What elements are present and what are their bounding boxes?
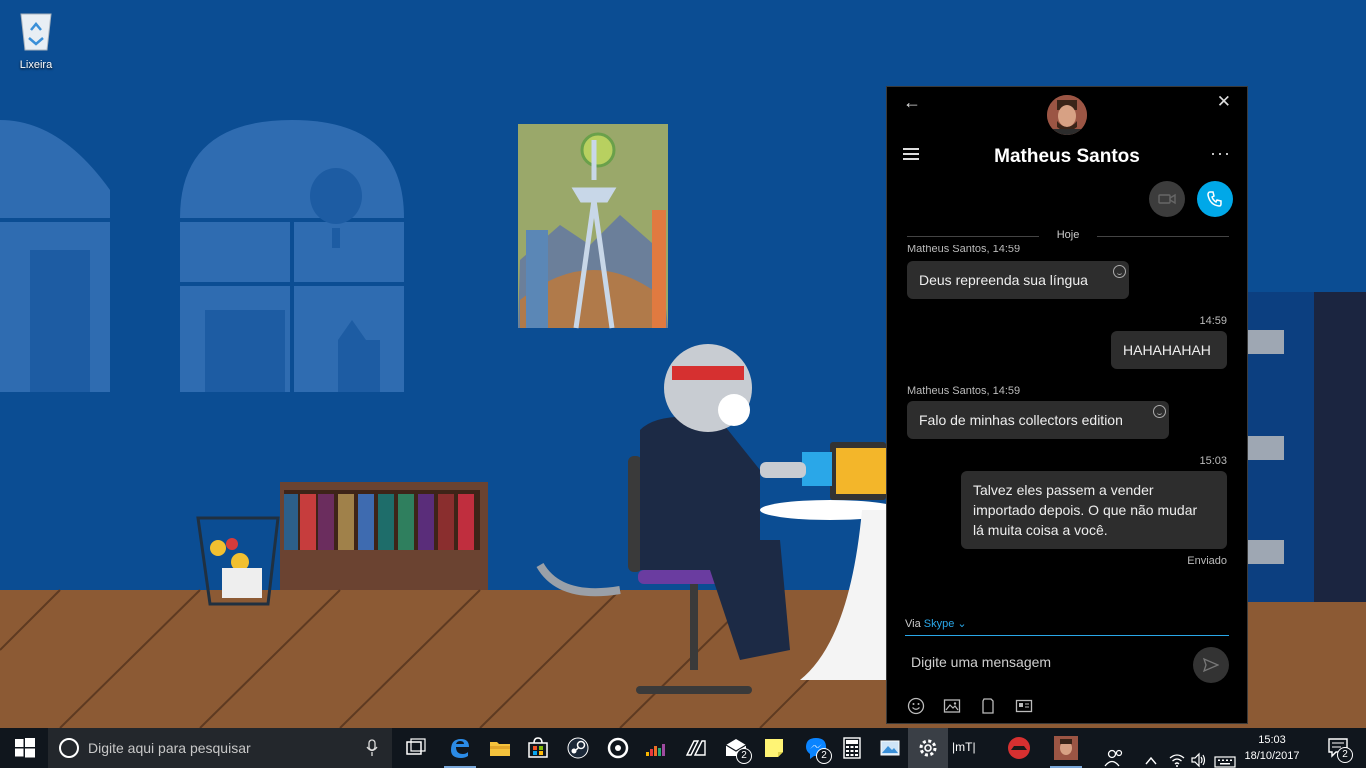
message-meta: Matheus Santos, 14:59: [907, 385, 1021, 397]
groove-icon[interactable]: [598, 728, 638, 768]
file-explorer-icon[interactable]: [480, 728, 520, 768]
message-list[interactable]: Matheus Santos, 14:59 Deus repreenda sua…: [887, 245, 1247, 567]
contact-avatar[interactable]: [1047, 95, 1087, 135]
image-icon[interactable]: [943, 697, 961, 715]
media-icon[interactable]: [676, 728, 716, 768]
keyboard-icon[interactable]: [1214, 742, 1236, 768]
message-bubble-incoming[interactable]: Deus repreenda sua língua: [907, 261, 1129, 299]
mail-icon[interactable]: 2: [716, 728, 756, 768]
message-meta: 15:03: [1199, 455, 1227, 467]
edge-icon[interactable]: [440, 728, 480, 768]
recycle-bin-icon: [20, 13, 52, 51]
mytube-icon[interactable]: |mT|: [946, 728, 986, 768]
people-icon[interactable]: [1104, 738, 1126, 768]
message-text-line: lá muita coisa a você.: [973, 522, 1108, 538]
messenger-badge: 2: [816, 748, 832, 764]
message-bubble-incoming[interactable]: Falo de minhas collectors edition: [907, 401, 1169, 439]
messenger-icon[interactable]: 2: [796, 728, 836, 768]
via-service-selector[interactable]: Via Skype ⌄: [905, 617, 967, 630]
audio-call-button[interactable]: [1197, 181, 1233, 217]
taskbar: Digite aqui para pesquisar 2 2 |mT| 15:0…: [0, 728, 1366, 768]
file-icon[interactable]: [979, 697, 997, 715]
microphone-icon[interactable]: [366, 739, 378, 757]
more-options-icon[interactable]: ···: [1210, 144, 1231, 162]
search-placeholder: Digite aqui para pesquisar: [88, 740, 251, 756]
chevron-down-icon: ⌄: [957, 618, 967, 630]
message-status: Enviado: [1187, 555, 1227, 567]
settings-icon[interactable]: [908, 728, 948, 768]
sticky-notes-icon[interactable]: [754, 728, 794, 768]
day-divider-label: Hoje: [1056, 229, 1080, 241]
volume-icon[interactable]: [1190, 740, 1208, 768]
reaction-smiley-icon[interactable]: [1113, 265, 1126, 278]
close-icon[interactable]: ✕: [1217, 93, 1231, 110]
wifi-icon[interactable]: [1168, 740, 1186, 768]
video-camera-icon: [1158, 193, 1176, 205]
emoji-icon[interactable]: [907, 697, 925, 715]
skype-avatar-icon[interactable]: [1046, 728, 1086, 768]
chevron-up-icon[interactable]: [1144, 741, 1158, 768]
start-button[interactable]: [0, 728, 48, 768]
clock-time: 15:03: [1258, 734, 1286, 746]
photos-icon[interactable]: [870, 728, 910, 768]
message-text: Deus repreenda sua língua: [919, 272, 1088, 288]
skype-chat-window: ← ✕ Matheus Santos ··· Hoje Matheus Sant…: [886, 86, 1248, 724]
via-prefix: Via: [905, 618, 921, 630]
task-view-icon[interactable]: [396, 728, 436, 768]
message-text: Falo de minhas collectors edition: [919, 412, 1123, 428]
store-icon[interactable]: [518, 728, 558, 768]
via-service-name: Skype: [923, 618, 955, 630]
message-input[interactable]: [911, 651, 1171, 673]
notification-badge: 2: [1337, 747, 1353, 763]
message-bubble-outgoing[interactable]: HAHAHAHAH: [1111, 331, 1227, 369]
contact-card-icon[interactable]: [1015, 697, 1033, 715]
calculator-icon[interactable]: [832, 728, 872, 768]
taskbar-search-box[interactable]: Digite aqui para pesquisar: [48, 728, 392, 768]
message-text-line: importado depois. O que não mudar: [973, 502, 1198, 518]
video-call-button[interactable]: [1149, 181, 1185, 217]
back-arrow-icon[interactable]: ←: [903, 93, 921, 111]
desktop-icon-label: Lixeira: [19, 59, 53, 71]
person-avatar-icon: [1047, 95, 1087, 135]
send-icon: [1203, 657, 1219, 673]
action-center-button[interactable]: 2: [1318, 728, 1358, 768]
message-text: HAHAHAHAH: [1123, 342, 1211, 358]
send-button[interactable]: [1193, 647, 1229, 683]
message-bubble-outgoing[interactable]: Talvez eles passem a vender importado de…: [961, 471, 1227, 549]
contact-name: Matheus Santos: [994, 146, 1140, 167]
desktop-icon-recycle-bin[interactable]: Lixeira: [6, 8, 66, 71]
message-meta: 14:59: [1199, 315, 1227, 327]
windows-logo-icon: [15, 738, 35, 758]
deezer-icon[interactable]: [636, 728, 676, 768]
system-clock[interactable]: 15:03 18/10/2017: [1240, 732, 1304, 764]
phone-icon: [1207, 191, 1222, 207]
day-divider: Hoje: [907, 229, 1229, 243]
mail-badge: 2: [736, 748, 752, 764]
cortana-icon: [59, 738, 79, 758]
message-text-line: Talvez eles passem a vender: [973, 482, 1154, 498]
reaction-smiley-icon[interactable]: [1153, 405, 1166, 418]
message-meta: Matheus Santos, 14:59: [907, 245, 1021, 255]
steam-icon[interactable]: [558, 728, 598, 768]
input-underline: [905, 635, 1229, 636]
clock-date: 18/10/2017: [1244, 750, 1300, 762]
car-app-icon[interactable]: [998, 728, 1038, 768]
